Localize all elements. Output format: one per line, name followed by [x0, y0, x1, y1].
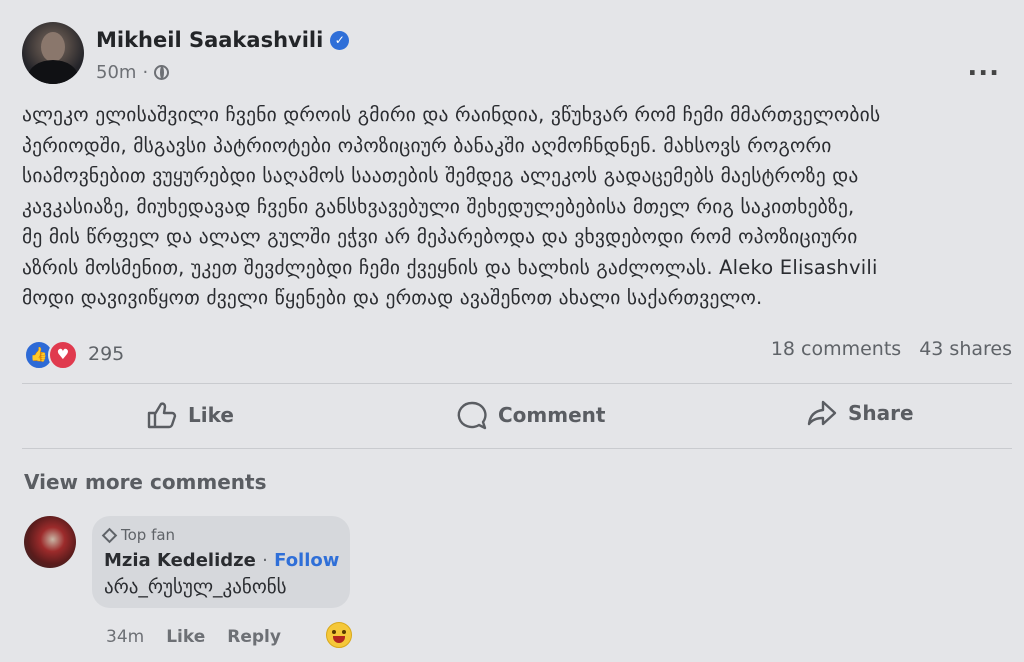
engagement-counts: 18 comments 43 shares — [771, 338, 1012, 360]
author-avatar[interactable] — [22, 22, 84, 84]
love-reaction-icon: ♥ — [48, 340, 78, 370]
follow-button[interactable]: Follow — [274, 550, 339, 571]
divider-top — [22, 383, 1012, 384]
share-label: Share — [848, 401, 914, 425]
post-text-line: პერიოდში, მსგავსი პატრიოტები ოპოზიციურ ბ… — [22, 133, 832, 157]
commenter-avatar[interactable] — [24, 516, 76, 568]
post-text-line: ალეკო ელისაშვილი ჩვენი დროის გმირი და რა… — [22, 103, 881, 126]
divider-bottom — [22, 448, 1012, 449]
diamond-icon — [101, 527, 118, 543]
comment-meta: 34m Like Reply — [106, 627, 281, 647]
commenter-name-row: Mzia Kedelidze · Follow — [104, 550, 339, 571]
post-text-line: მოდი დავივიწყოთ ძველი წყენები და ერთად ა… — [22, 286, 763, 309]
author-name[interactable]: Mikheil Saakashvili — [96, 28, 323, 52]
like-label: Like — [188, 403, 234, 427]
view-more-comments-link[interactable]: View more comments — [24, 470, 267, 494]
post-text-line: მე მის წრფელ და ალალ გულში ეჭვი არ მეპარ… — [22, 225, 858, 248]
comment-time[interactable]: 34m — [106, 627, 144, 647]
reaction-icons: 👍 ♥ — [24, 340, 80, 370]
comments-count-link[interactable]: 18 comments — [771, 338, 901, 360]
like-button[interactable]: Like — [146, 400, 234, 430]
commenter-name[interactable]: Mzia Kedelidze — [104, 550, 256, 571]
comment-bubble: Top fan Mzia Kedelidze · Follow არა_რუსუ… — [92, 516, 350, 608]
shares-count-link[interactable]: 43 shares — [919, 338, 1012, 360]
comment-reply-button[interactable]: Reply — [227, 627, 281, 647]
comment-label: Comment — [498, 403, 606, 427]
post-meta: 50m · — [96, 62, 170, 83]
post-text-line: სიამოვნებით ვუყურებდი საღამოს საათების შ… — [22, 164, 859, 187]
globe-icon — [154, 65, 170, 80]
meta-separator: · — [142, 62, 149, 83]
post-text: ალეკო ელისაშვილი ჩვენი დროის გმირი და რა… — [22, 100, 1007, 314]
comment-bubble-icon — [457, 401, 487, 430]
thumbs-up-icon — [147, 402, 177, 429]
post-time[interactable]: 50m — [96, 62, 136, 83]
avatar-face — [41, 32, 65, 62]
name-separator: · — [262, 550, 268, 571]
reaction-count: 295 — [88, 343, 125, 365]
post-header: Mikheil Saakashvili ✓ 50m · ... — [22, 22, 1024, 92]
more-options-button[interactable]: ... — [967, 52, 1000, 82]
comment-text: არა_რუსულ_კანონს — [104, 576, 287, 598]
comment-button[interactable]: Comment — [456, 400, 605, 430]
post-text-line: კავკასიაზე, მიუხედავად ჩვენი განსხვავებუ… — [22, 194, 855, 218]
verified-badge-icon: ✓ — [330, 30, 350, 50]
reactions-summary[interactable]: 👍 ♥ 295 — [24, 340, 125, 370]
avatar-shoulders — [28, 60, 78, 84]
top-fan-badge: Top fan — [101, 526, 176, 544]
post-text-line: აზრის მოსმენით, უკეთ შევძლებდი ჩემი ქვეყ… — [22, 255, 878, 279]
author-name-row: Mikheil Saakashvili ✓ — [96, 28, 350, 52]
comment-like-button[interactable]: Like — [166, 627, 205, 647]
action-bar: Like Comment Share — [0, 392, 1024, 438]
top-fan-label: Top fan — [121, 526, 176, 544]
share-button[interactable]: Share — [806, 398, 914, 428]
haha-reaction-icon[interactable] — [326, 622, 352, 648]
share-arrow-icon — [807, 400, 837, 426]
